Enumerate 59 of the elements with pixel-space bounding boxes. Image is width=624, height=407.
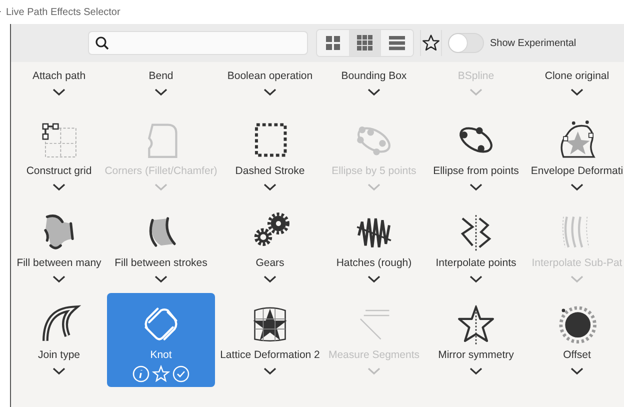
effect-card[interactable]: Knot [107, 293, 215, 387]
effect-label: Construct grid [26, 164, 92, 178]
effect-label: Gears [256, 256, 284, 270]
expand-chevron-icon[interactable] [263, 275, 277, 283]
expand-chevron-icon[interactable] [154, 275, 168, 283]
effect-label: Boolean operation [227, 69, 313, 83]
effect-label: Offset [563, 348, 591, 362]
expand-chevron-icon[interactable] [367, 88, 381, 96]
effect-label: Hatches (rough) [336, 256, 412, 270]
effect-label: BSpline [458, 69, 494, 83]
search-field[interactable] [88, 31, 308, 55]
experimental-toggle[interactable] [448, 33, 484, 53]
list-lines-icon [389, 35, 405, 51]
window-title: Live Path Effects Selector [6, 6, 120, 20]
expand-chevron-icon[interactable] [263, 183, 277, 191]
small-grid-view-button[interactable] [349, 30, 381, 56]
effect-label: Attach path [32, 69, 86, 83]
large-grid-view-button[interactable] [317, 30, 349, 56]
expand-chevron-icon[interactable] [469, 367, 483, 375]
expand-chevron-icon[interactable] [52, 367, 66, 375]
toggle-label: Show Experimental [490, 36, 576, 50]
nine-squares-icon [357, 35, 373, 51]
effect-label: Fill between strokes [114, 256, 208, 270]
expand-chevron-icon[interactable] [570, 367, 584, 375]
effect-label: Bend [148, 69, 174, 83]
expand-chevron-icon[interactable] [154, 88, 168, 96]
expand-chevron-icon[interactable] [367, 275, 381, 283]
expand-chevron-icon[interactable] [570, 183, 584, 191]
expand-chevron-icon[interactable] [263, 367, 277, 375]
favorites-button[interactable] [420, 30, 442, 56]
expand-chevron-icon[interactable] [52, 88, 66, 96]
star-icon[interactable] [152, 365, 170, 383]
effect-label: Dashed Stroke [235, 164, 305, 178]
effect-label: Measure Segments [328, 348, 420, 362]
effect-label: Interpolate Sub-Pat [532, 256, 622, 270]
effect-label: Interpolate points [436, 256, 516, 270]
effect-label: Clone original [544, 69, 610, 83]
effect-label: Fill between many [16, 256, 102, 270]
expand-chevron-icon[interactable] [263, 88, 277, 96]
view-mode-switcher[interactable] [316, 29, 414, 57]
effect-label: Envelope Deformati [530, 164, 624, 178]
search-icon [95, 36, 109, 50]
effect-label: Join type [38, 348, 80, 362]
expand-chevron-icon[interactable] [469, 275, 483, 283]
expand-chevron-icon[interactable] [52, 183, 66, 191]
effect-label: Corners (Fillet/Chamfer) [104, 164, 218, 178]
expand-chevron-icon[interactable] [570, 88, 584, 96]
effect-label: Knot [150, 348, 172, 362]
check-circle-icon[interactable] [172, 365, 190, 383]
expand-chevron-icon[interactable] [469, 183, 483, 191]
expand-chevron-icon[interactable] [52, 275, 66, 283]
list-view-button[interactable] [381, 30, 413, 56]
four-squares-icon [325, 35, 341, 51]
effect-label: Ellipse by 5 points [332, 164, 416, 178]
effect-label: Lattice Deformation 2 [220, 348, 320, 362]
effect-label: Bounding Box [341, 69, 407, 83]
info-icon[interactable] [132, 365, 150, 383]
effect-label: Ellipse from points [433, 164, 519, 178]
effect-label: Mirror symmetry [438, 348, 514, 362]
